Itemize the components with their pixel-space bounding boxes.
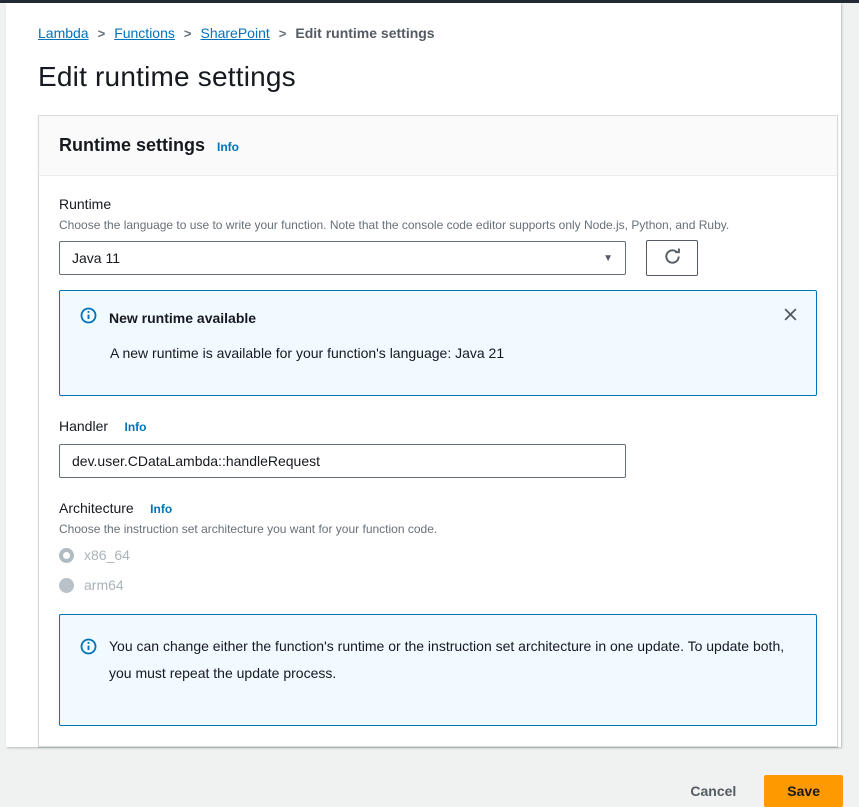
footer-actions: Cancel Save bbox=[0, 751, 859, 807]
refresh-icon bbox=[663, 247, 682, 269]
refresh-runtimes-button[interactable] bbox=[646, 240, 698, 276]
breadcrumb-link-functions[interactable]: Functions bbox=[114, 25, 175, 41]
radio-label: arm64 bbox=[84, 577, 124, 593]
main-content-panel: Lambda > Functions > SharePoint > Edit r… bbox=[6, 3, 841, 747]
close-icon bbox=[783, 306, 798, 326]
runtime-select-value: Java 11 bbox=[72, 250, 120, 266]
radio-label: x86_64 bbox=[84, 547, 130, 563]
radio-selected-disabled-icon bbox=[59, 548, 74, 563]
architecture-label: Architecture bbox=[59, 500, 134, 516]
breadcrumb: Lambda > Functions > SharePoint > Edit r… bbox=[38, 25, 840, 41]
save-button[interactable]: Save bbox=[764, 775, 843, 807]
radio-option-x86_64: x86_64 bbox=[59, 544, 817, 566]
breadcrumb-link-sharepoint[interactable]: SharePoint bbox=[200, 25, 269, 41]
breadcrumb-separator-icon: > bbox=[98, 26, 106, 41]
handler-info-link[interactable]: Info bbox=[124, 420, 146, 434]
runtime-select[interactable]: Java 11 ▼ bbox=[59, 241, 626, 275]
close-alert-button[interactable] bbox=[779, 303, 802, 329]
breadcrumb-current: Edit runtime settings bbox=[295, 25, 434, 41]
breadcrumb-link-lambda[interactable]: Lambda bbox=[38, 25, 89, 41]
alert-title: New runtime available bbox=[109, 310, 256, 326]
breadcrumb-separator-icon: > bbox=[279, 26, 287, 41]
card-info-link[interactable]: Info bbox=[217, 140, 239, 154]
runtime-field: Runtime Choose the language to use to wr… bbox=[59, 196, 817, 276]
handler-field: Handler Info bbox=[59, 418, 817, 478]
info-icon bbox=[80, 307, 97, 329]
architecture-field: Architecture Info Choose the instruction… bbox=[59, 500, 817, 596]
radio-unselected-disabled-icon bbox=[59, 578, 74, 593]
runtime-description: Choose the language to use to write your… bbox=[59, 218, 817, 232]
runtime-label: Runtime bbox=[59, 196, 111, 212]
alert-message: You can change either the function's run… bbox=[109, 633, 796, 687]
chevron-down-icon: ▼ bbox=[603, 253, 613, 264]
architecture-info-link[interactable]: Info bbox=[150, 502, 172, 516]
handler-input[interactable] bbox=[59, 444, 626, 478]
card-header: Runtime settings Info bbox=[39, 116, 837, 176]
runtime-settings-card: Runtime settings Info Runtime Choose the… bbox=[38, 115, 838, 747]
cancel-button[interactable]: Cancel bbox=[690, 783, 736, 799]
radio-option-arm64: arm64 bbox=[59, 574, 817, 596]
update-process-alert: You can change either the function's run… bbox=[59, 614, 817, 726]
info-icon bbox=[80, 638, 97, 660]
breadcrumb-separator-icon: > bbox=[184, 26, 192, 41]
architecture-radio-group: x86_64 arm64 bbox=[59, 544, 817, 596]
new-runtime-alert: New runtime available A new runtime is a… bbox=[59, 290, 817, 396]
handler-label: Handler bbox=[59, 418, 108, 434]
card-title: Runtime settings bbox=[59, 135, 205, 156]
page-title: Edit runtime settings bbox=[38, 61, 840, 93]
alert-message: A new runtime is available for your func… bbox=[110, 345, 796, 361]
card-body: Runtime Choose the language to use to wr… bbox=[39, 176, 837, 746]
architecture-description: Choose the instruction set architecture … bbox=[59, 522, 817, 536]
